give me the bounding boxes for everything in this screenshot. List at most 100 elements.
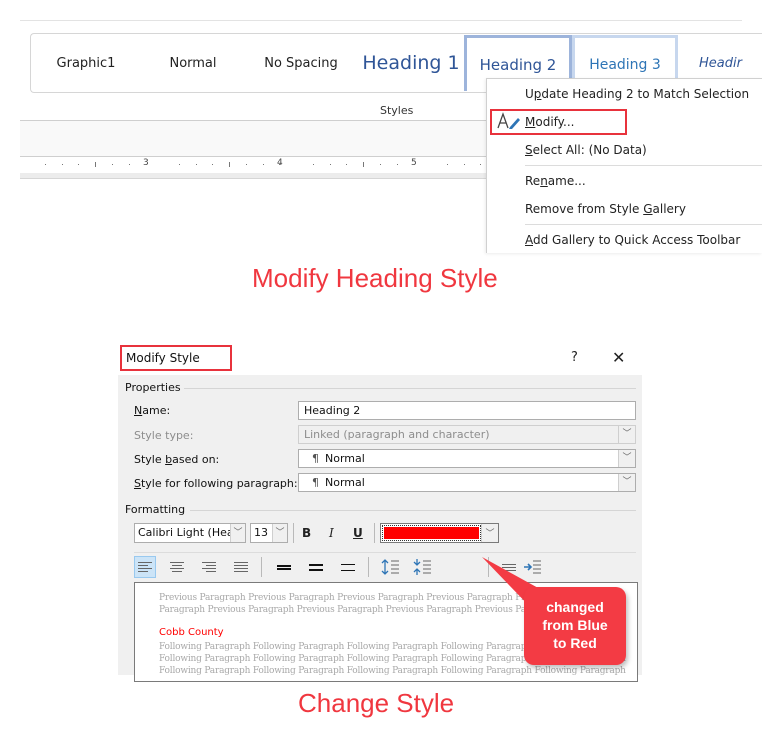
toolbar-divider [134, 552, 636, 553]
help-button[interactable]: ? [571, 350, 578, 365]
based-on-label: Style based on: [134, 453, 219, 466]
callout-line: changed [546, 599, 604, 615]
font-color-swatch [382, 525, 481, 541]
ruler-number: 4 [277, 158, 283, 168]
underline-button[interactable]: U [353, 526, 363, 540]
menu-item-remove-from-gallery[interactable]: Remove from Style Gallery [525, 202, 686, 216]
menu-text: U [525, 87, 534, 101]
preview-sample-text: Cobb County [159, 627, 224, 638]
menu-item-update-heading[interactable]: Update Heading 2 to Match Selection [525, 87, 749, 101]
ruler-dot [262, 164, 264, 165]
double-spacing-icon [341, 563, 355, 571]
align-center-button[interactable] [166, 556, 188, 578]
toolbar-separator [293, 523, 294, 543]
italic-button[interactable]: I [329, 526, 334, 540]
ruler-dot [128, 164, 130, 165]
paragraph-icon: ¶ [312, 476, 319, 489]
menu-accelerator: n [540, 174, 548, 188]
following-paragraph-label: Style for following paragraph: [134, 477, 298, 490]
decrease-spacing-icon [413, 559, 431, 575]
ruler-tick [95, 162, 96, 167]
align-right-button[interactable] [198, 556, 220, 578]
menu-item-rename[interactable]: Rename... [525, 174, 586, 188]
style-type-value: Linked (paragraph and character) [304, 428, 490, 441]
menu-text: Re [525, 174, 541, 188]
style-type-select: Linked (paragraph and character) ﹀ [298, 425, 636, 444]
label-text: Style [134, 453, 166, 466]
group-divider [190, 510, 636, 511]
ruler-dot [44, 164, 46, 165]
ruler-dot [245, 164, 247, 165]
justify-button[interactable] [230, 556, 252, 578]
close-button[interactable]: ✕ [612, 348, 625, 367]
chevron-down-icon[interactable]: ﹀ [272, 524, 287, 542]
menu-accelerator: S [525, 143, 533, 157]
bold-button[interactable]: B [302, 526, 311, 540]
ruler-dot [78, 164, 80, 165]
callout-line: to Red [553, 635, 597, 651]
style-type-label: Style type: [134, 429, 194, 442]
caption-change-style: Change Style [298, 688, 455, 718]
caption-modify-heading-style: Modify Heading Style [252, 263, 498, 293]
annotation-callout: changed from Blue to Red [524, 587, 626, 665]
ruler-dot [396, 164, 398, 165]
menu-text: allery [652, 202, 686, 216]
label-accelerator: N [134, 404, 143, 417]
style-context-menu: Update Heading 2 to Match Selection Modi… [486, 78, 762, 253]
menu-separator [525, 165, 762, 166]
based-on-select[interactable]: ¶ Normal ﹀ [298, 449, 636, 468]
callout-line: from Blue [542, 617, 608, 633]
label-text: ame: [142, 404, 171, 417]
based-on-value: Normal [325, 452, 365, 465]
style-normal[interactable]: Normal [141, 34, 245, 92]
single-spacing-button[interactable] [273, 556, 295, 578]
font-size-select[interactable]: 13 ﹀ [250, 523, 288, 543]
ruler-dot [312, 164, 314, 165]
label-text: ased on: [172, 453, 220, 466]
ruler-tick [229, 162, 230, 167]
following-paragraph-select[interactable]: ¶ Normal ﹀ [298, 473, 636, 492]
font-select[interactable]: Calibri Light (Headings) ﹀ [134, 523, 246, 543]
double-spacing-button[interactable] [337, 556, 359, 578]
chevron-down-icon[interactable]: ﹀ [618, 474, 635, 491]
ruler-dot [413, 164, 415, 165]
name-input[interactable]: Heading 2 [298, 401, 636, 420]
ruler-dot [61, 164, 63, 165]
increase-paragraph-spacing-button[interactable] [380, 556, 402, 578]
menu-accelerator: A [525, 233, 533, 247]
menu-item-select-all[interactable]: Select All: (No Data) [525, 143, 647, 157]
preview-following-paragraph: Following Paragraph Following Paragraph … [159, 666, 626, 676]
decrease-paragraph-spacing-button[interactable] [412, 556, 434, 578]
ribbon-band [20, 121, 486, 156]
align-left-icon [138, 562, 152, 572]
one-half-spacing-button[interactable] [305, 556, 327, 578]
style-heading-1[interactable]: Heading 1 [357, 34, 465, 92]
ruler-dot [145, 164, 147, 165]
group-divider [184, 388, 636, 389]
font-color-select[interactable]: ﹀ [380, 523, 499, 543]
ruler-dot [195, 164, 197, 165]
style-no-spacing[interactable]: No Spacing [245, 34, 357, 92]
chevron-down-icon[interactable]: ﹀ [618, 450, 635, 467]
menu-text: ame... [547, 174, 586, 188]
ruler-dot [346, 164, 348, 165]
align-center-icon [170, 562, 184, 572]
menu-text: dd Gallery to Quick Access Toolbar [533, 233, 741, 247]
menu-item-add-to-quick-access[interactable]: Add Gallery to Quick Access Toolbar [525, 233, 740, 247]
label-accelerator: S [134, 477, 141, 490]
ruler-dot [463, 164, 465, 165]
top-divider [20, 20, 742, 21]
following-value: Normal [325, 476, 365, 489]
style-graphic1[interactable]: Graphic1 [31, 34, 141, 92]
menu-text: Remove from Style [525, 202, 644, 216]
ruler[interactable]: 3 4 5 [20, 157, 486, 173]
chevron-down-icon[interactable]: ﹀ [481, 524, 498, 542]
align-left-button[interactable] [134, 556, 156, 578]
align-right-icon [202, 562, 216, 572]
ruler-dot [329, 164, 331, 165]
chevron-down-icon[interactable]: ﹀ [230, 524, 245, 542]
ruler-dot [480, 164, 482, 165]
single-spacing-icon [277, 564, 291, 570]
one-half-spacing-icon [309, 563, 323, 571]
label-text: tyle for following paragraph: [140, 477, 298, 490]
